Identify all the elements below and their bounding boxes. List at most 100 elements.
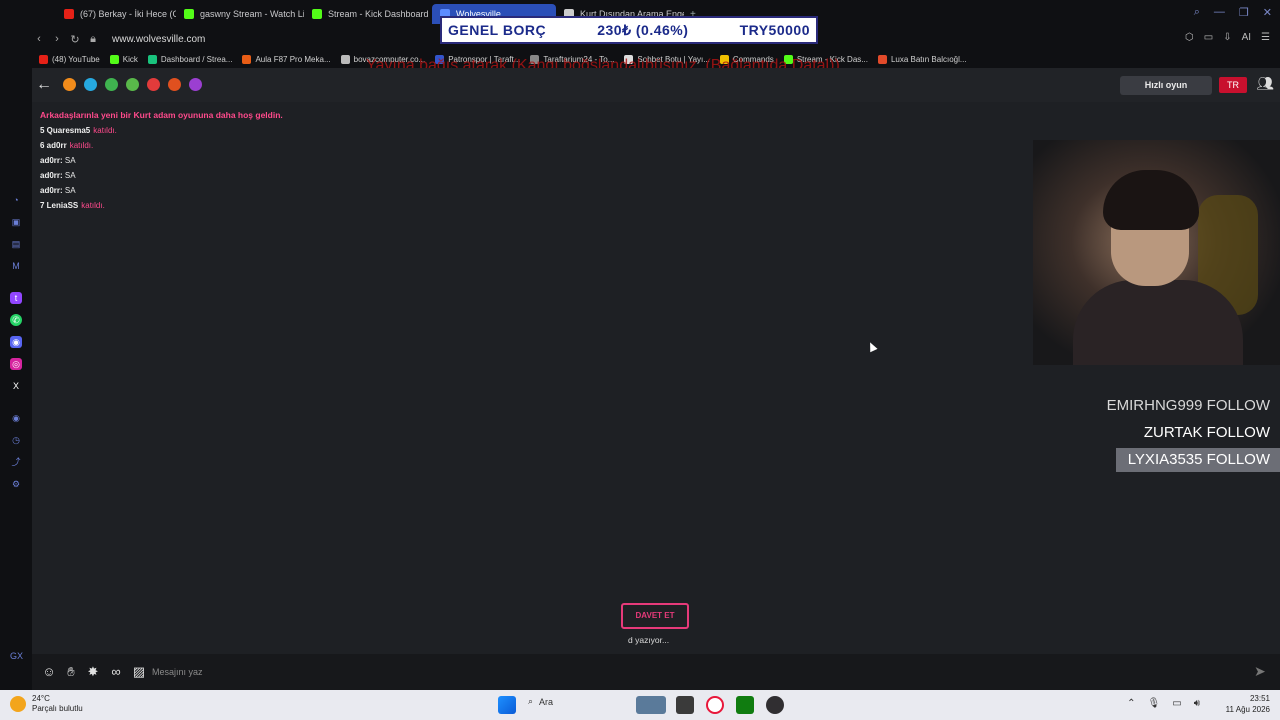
xbox-icon[interactable] bbox=[736, 696, 754, 714]
close-icon[interactable]: ✕ bbox=[1263, 6, 1272, 19]
browser-tab[interactable]: Stream - Kick Dashboard bbox=[304, 4, 432, 24]
settings-icon[interactable]: ⚙ bbox=[10, 478, 22, 490]
partly-cloudy-icon bbox=[10, 696, 26, 712]
bookmark-item[interactable]: (48) YouTube bbox=[34, 54, 105, 64]
quick-play-button[interactable]: Hızlı oyun bbox=[1120, 76, 1212, 95]
windows-start-icon[interactable] bbox=[498, 696, 516, 714]
chat-text: katıldı. bbox=[93, 126, 117, 135]
bookmark-item[interactable]: Aula F87 Pro Meka... bbox=[237, 54, 335, 64]
follow-alerts: EMIRHNG999 FOLLOW ZURTAK FOLLOW LYXIA353… bbox=[1092, 394, 1280, 475]
weather-widget[interactable]: 24°C Parçalı bulutlu bbox=[10, 694, 83, 714]
share-icon[interactable]: ⤴ bbox=[10, 456, 22, 468]
chevron-up-icon[interactable]: ⌃ bbox=[1127, 698, 1135, 709]
game-chat: Arkadaşlarınla yeni bir Kurt adam oyunun… bbox=[40, 108, 283, 213]
message-input[interactable] bbox=[152, 663, 1152, 681]
bookmark-item[interactable]: Luxa Batın Balcıoğl... bbox=[873, 54, 972, 64]
volume-icon[interactable]: 🔊︎ bbox=[1194, 698, 1200, 709]
bookmark-favicon-icon bbox=[242, 54, 252, 64]
search-icon: ⌕ bbox=[528, 696, 534, 706]
chat-user: ad0rr: bbox=[40, 156, 63, 165]
bookmark-item[interactable]: Dashboard / Strea... bbox=[143, 54, 238, 64]
message-bar: ☺ ✋︎ ✸ ∞ ▨ ➤ bbox=[32, 654, 1280, 690]
friends-icon[interactable]: 👥︎ bbox=[1254, 75, 1276, 95]
chat-text: katıldı. bbox=[81, 201, 105, 210]
system-tray: ⌃ 🎙︎ ▭ 🔊︎ bbox=[1127, 698, 1200, 709]
weather-condition: Parçalı bulutlu bbox=[32, 704, 83, 713]
file-icon[interactable] bbox=[676, 696, 694, 714]
image-icon[interactable]: ▨ bbox=[130, 663, 148, 681]
ai-icon[interactable]: AI bbox=[1242, 32, 1251, 43]
whatsapp-icon[interactable]: ✆ bbox=[10, 314, 22, 326]
kick-icon bbox=[184, 9, 194, 19]
taskbar-search[interactable]: ⌕ Ara bbox=[528, 696, 553, 707]
window-controls: ⌕ — ❐ ✕ bbox=[1194, 6, 1272, 19]
url-field[interactable]: www.wolvesville.com bbox=[112, 34, 205, 45]
language-flag-icon[interactable]: TR bbox=[1219, 77, 1247, 93]
player-slot-icon[interactable] bbox=[105, 78, 118, 91]
player-slot-icon[interactable] bbox=[126, 78, 139, 91]
chat-user: 7 LeniaSS bbox=[40, 201, 79, 210]
ability-icon[interactable]: ✸ bbox=[84, 663, 102, 681]
mail-icon[interactable]: M bbox=[10, 260, 22, 272]
chat-text: SA bbox=[64, 186, 76, 195]
game-top-bar: ← Hızlı oyun TR 👥︎ bbox=[32, 68, 1280, 102]
player-slot-icon[interactable] bbox=[168, 78, 181, 91]
bag-icon[interactable]: ▣ bbox=[10, 216, 22, 228]
back-arrow-icon[interactable]: ← bbox=[36, 76, 54, 94]
instagram-icon[interactable]: ◎ bbox=[10, 358, 22, 370]
browser-tab[interactable]: gaswny Stream - Watch Li bbox=[176, 4, 304, 24]
follow-alert: LYXIA3535 FOLLOW bbox=[1116, 448, 1280, 472]
debt-total: TRY50000 bbox=[739, 22, 810, 38]
history-icon[interactable]: ◔ bbox=[10, 194, 22, 206]
player-slot-icon[interactable] bbox=[84, 78, 97, 91]
maximize-icon[interactable]: ❐ bbox=[1239, 6, 1249, 19]
tab-label: gaswny Stream - Watch Li bbox=[200, 9, 304, 19]
bookmark-label: Dashboard / Strea... bbox=[160, 54, 233, 64]
microphone-icon[interactable]: 🎙︎ bbox=[1148, 698, 1161, 709]
games-icon[interactable]: ▤ bbox=[10, 238, 22, 250]
glasses-icon[interactable]: ∞ bbox=[107, 663, 125, 681]
follower-name: ZURTAK bbox=[1143, 424, 1203, 441]
player-slot-icon[interactable] bbox=[63, 78, 76, 91]
forward-icon[interactable]: › bbox=[48, 33, 66, 45]
chat-line: 5 Quaresma5 katıldı. bbox=[40, 123, 283, 138]
back-icon[interactable]: ‹ bbox=[30, 33, 48, 45]
clock-date: 11 Ağu 2026 bbox=[1225, 705, 1270, 714]
invite-button[interactable]: DAVET ET bbox=[621, 603, 689, 629]
clock-icon[interactable]: ◷ bbox=[10, 434, 22, 446]
download-icon[interactable]: ⇩ bbox=[1223, 32, 1231, 43]
reload-icon[interactable]: ↻ bbox=[66, 33, 84, 46]
bookmark-favicon-icon bbox=[147, 54, 157, 64]
webcam-body bbox=[1073, 280, 1243, 365]
chat-line: ad0rr: SA bbox=[40, 168, 283, 183]
chat-text: SA bbox=[64, 156, 76, 165]
bookmark-label: (48) YouTube bbox=[52, 54, 100, 64]
bookmark-favicon-icon bbox=[39, 54, 48, 64]
menu-icon[interactable]: ☰ bbox=[1261, 32, 1270, 43]
bookmark-item[interactable]: Kick bbox=[105, 54, 143, 64]
search-label: Ara bbox=[539, 696, 554, 707]
discord-icon[interactable]: ◉ bbox=[10, 336, 22, 348]
bookmark-favicon-icon bbox=[340, 54, 350, 64]
minimize-icon[interactable]: — bbox=[1214, 6, 1225, 19]
browser-tab[interactable]: (67) Berkay - İki Hece (Offi bbox=[56, 4, 176, 24]
widget-thumbnail-icon[interactable] bbox=[636, 696, 666, 714]
player-slot-icon[interactable] bbox=[147, 78, 160, 91]
twitch-icon[interactable]: t bbox=[10, 292, 22, 304]
gx-icon[interactable]: GX bbox=[10, 650, 23, 662]
opera-gx-icon[interactable] bbox=[706, 696, 724, 714]
network-icon[interactable]: ▭ bbox=[1172, 698, 1181, 709]
x-icon[interactable]: X bbox=[10, 380, 22, 392]
obs-icon[interactable] bbox=[766, 696, 784, 714]
send-icon[interactable]: ➤ bbox=[1254, 663, 1272, 681]
sidebar-apps: ◔ ▣ ▤ M t ✆ ◉ ◎ X ◉ ◷ ⤴ ⚙ GX bbox=[0, 68, 32, 690]
clock[interactable]: 23:51 11 Ağu 2026 bbox=[1226, 693, 1270, 715]
player-slot-icon[interactable] bbox=[189, 78, 202, 91]
extensions-icon[interactable]: ⬡ bbox=[1185, 32, 1194, 43]
emote-icon[interactable]: ☺ bbox=[40, 663, 58, 681]
player-icon[interactable]: ◉ bbox=[10, 412, 22, 424]
search-icon[interactable]: ⌕ bbox=[1194, 6, 1200, 19]
gesture-icon[interactable]: ✋︎ bbox=[62, 663, 80, 681]
wallet-icon[interactable]: ▭ bbox=[1204, 32, 1213, 43]
bookmark-label: Aula F87 Pro Meka... bbox=[255, 54, 331, 64]
